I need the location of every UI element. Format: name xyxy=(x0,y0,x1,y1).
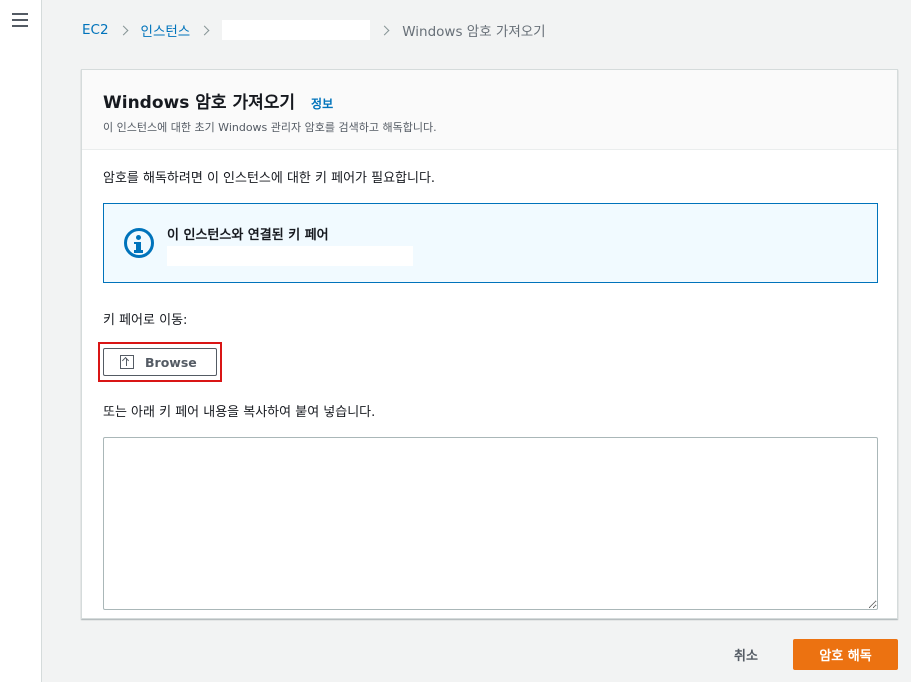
breadcrumb-ec2[interactable]: EC2 xyxy=(82,22,109,38)
breadcrumb-instances[interactable]: 인스턴스 xyxy=(141,20,191,40)
panel-header: Windows 암호 가져오기 정보 이 인스턴스에 대한 초기 Windows… xyxy=(82,70,897,150)
key-pair-info-alert: 이 인스턴스와 연결된 키 페어 xyxy=(103,203,878,283)
info-link[interactable]: 정보 xyxy=(311,95,333,112)
breadcrumb-current-page: Windows 암호 가져오기 xyxy=(402,24,546,40)
paste-label: 또는 아래 키 페어 내용을 복사하여 붙여 넣습니다. xyxy=(103,405,376,420)
chevron-right-icon xyxy=(379,25,390,35)
panel-body: 암호를 해독하려면 이 인스턴스에 대한 키 페어가 필요합니다. 이 인스턴스… xyxy=(82,150,897,610)
intro-text: 암호를 해독하려면 이 인스턴스에 대한 키 페어가 필요합니다. xyxy=(103,171,436,186)
breadcrumb-instance-id[interactable] xyxy=(222,20,371,40)
browse-button[interactable]: Browse xyxy=(103,348,217,376)
info-icon xyxy=(124,228,154,258)
key-pair-content-textarea[interactable] xyxy=(103,437,878,610)
key-pair-label: 키 페어로 이동: xyxy=(103,313,188,328)
get-windows-password-panel: Windows 암호 가져오기 정보 이 인스턴스에 대한 초기 Windows… xyxy=(81,69,898,619)
browse-highlight-box: Browse xyxy=(98,342,222,382)
hamburger-icon[interactable] xyxy=(12,13,28,27)
panel-description: 이 인스턴스에 대한 초기 Windows 관리자 암호를 검색하고 해독합니다… xyxy=(103,121,437,134)
decrypt-password-button[interactable]: 암호 해독 xyxy=(793,639,898,670)
key-pair-name xyxy=(167,246,413,266)
upload-icon xyxy=(120,355,134,369)
breadcrumb: EC2 인스턴스 Windows 암호 가져오기 xyxy=(82,20,546,40)
cancel-button[interactable]: 취소 xyxy=(718,641,774,667)
browse-label: Browse xyxy=(145,354,197,370)
chevron-right-icon xyxy=(199,25,210,35)
page-title: Windows 암호 가져오기 xyxy=(103,93,296,113)
chevron-right-icon xyxy=(118,25,128,35)
alert-title: 이 인스턴스와 연결된 키 페어 xyxy=(167,228,329,243)
side-navigation xyxy=(0,0,42,682)
